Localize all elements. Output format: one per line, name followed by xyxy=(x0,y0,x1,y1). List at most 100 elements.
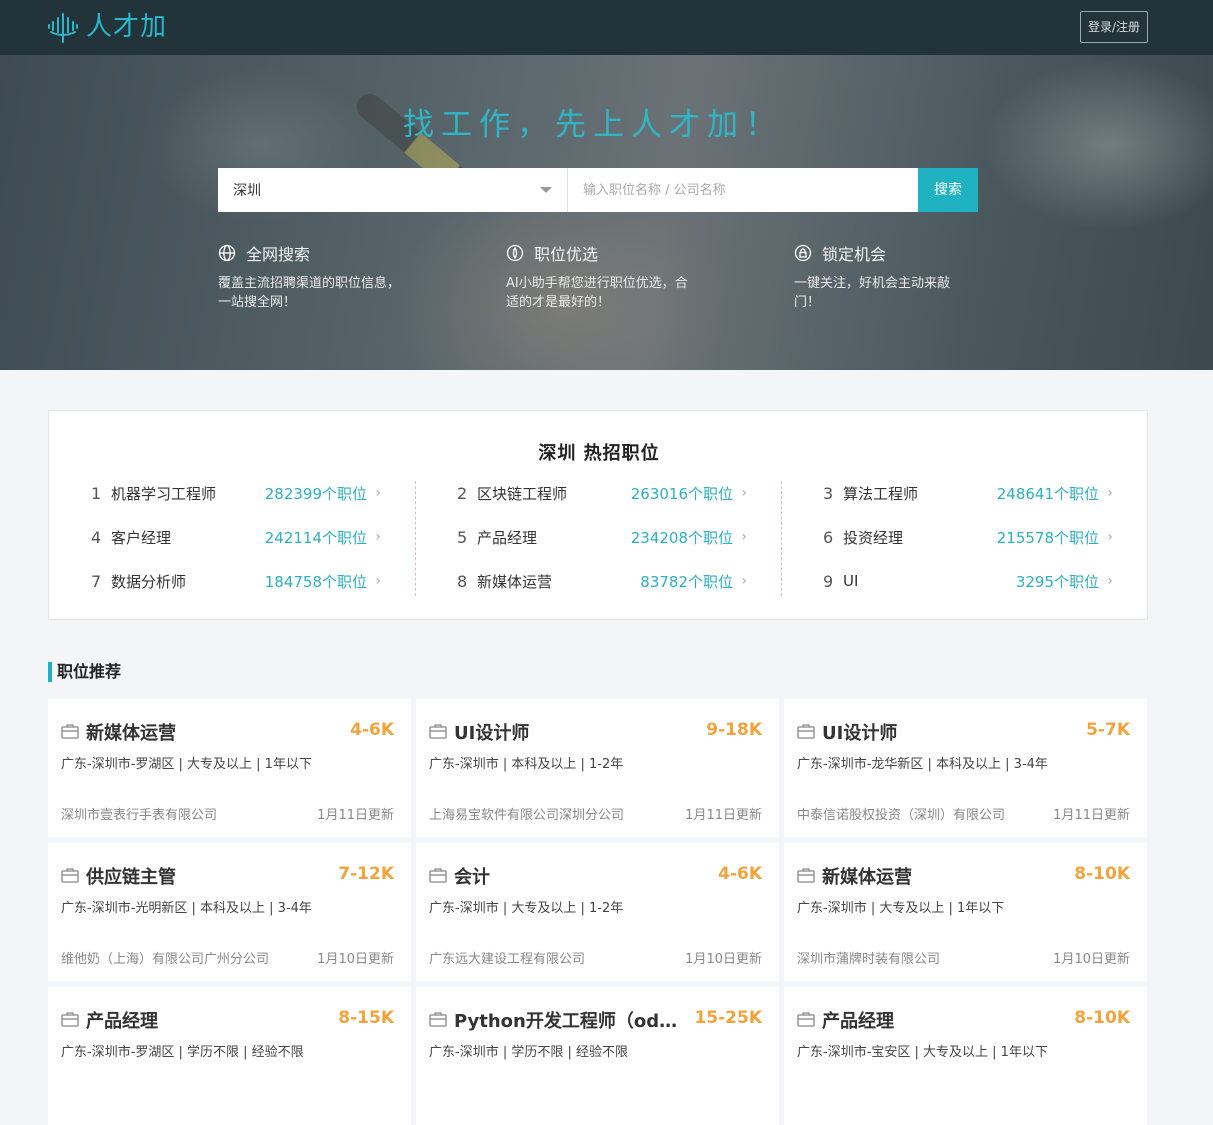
chevron-right-icon: › xyxy=(1107,573,1113,589)
briefcase-icon xyxy=(61,868,79,883)
briefcase-icon xyxy=(61,724,79,739)
hot-job-count: 242114个职位 xyxy=(264,528,367,547)
hot-jobs-panel: 深圳 热招职位 1 机器学习工程师 282399个职位 › 4 客户经理 242… xyxy=(48,410,1148,620)
job-card[interactable]: 新媒体运营 4-6K 广东-深圳市-罗湖区 | 大专及以上 | 1年以下 深圳市… xyxy=(48,699,411,837)
job-card[interactable]: 供应链主管 7-12K 广东-深圳市-光明新区 | 本科及以上 | 3-4年 维… xyxy=(48,843,411,981)
hot-job-item[interactable]: 6 投资经理 215578个职位 › xyxy=(823,525,1113,549)
hot-job-name: 机器学习工程师 xyxy=(111,484,217,503)
job-title: UI设计师 xyxy=(454,723,530,744)
logo-text: 人才加 xyxy=(86,12,168,42)
feature-description: 覆盖主流招聘渠道的职位信息，一站搜全网！ xyxy=(218,276,401,310)
job-company: 维他奶（上海）有限公司广州分公司 xyxy=(61,952,270,967)
job-salary: 5-7K xyxy=(1086,720,1130,740)
hot-job-name: 算法工程师 xyxy=(843,484,919,503)
chevron-right-icon: › xyxy=(741,573,747,589)
hot-job-count: 234208个职位 xyxy=(630,528,733,547)
job-updated: 1月10日更新 xyxy=(317,952,394,967)
chevron-down-icon xyxy=(540,187,552,193)
keyword-search-input[interactable] xyxy=(568,168,918,212)
briefcase-icon xyxy=(797,868,815,883)
job-meta: 广东-深圳市-龙华新区 | 本科及以上 | 3-4年 xyxy=(797,757,1048,772)
lock-icon xyxy=(794,244,812,262)
job-company: 深圳市蒲牌时装有限公司 xyxy=(797,952,941,967)
hot-job-item[interactable]: 4 客户经理 242114个职位 › xyxy=(91,525,381,549)
job-salary: 8-10K xyxy=(1074,1008,1130,1028)
hot-jobs-column: 1 机器学习工程师 282399个职位 › 4 客户经理 242114个职位 ›… xyxy=(49,481,415,596)
hot-jobs-title: 深圳 热招职位 xyxy=(538,443,660,464)
hot-job-name: 新媒体运营 xyxy=(477,572,553,591)
hot-job-item[interactable]: 3 算法工程师 248641个职位 › xyxy=(823,481,1113,505)
hot-job-count: 248641个职位 xyxy=(996,484,1099,503)
section-title-recommend: 职位推荐 xyxy=(48,662,121,682)
hot-job-name: 投资经理 xyxy=(843,528,904,547)
search-button[interactable]: 搜索 xyxy=(918,168,978,212)
filter-icon xyxy=(506,244,524,262)
hot-job-name: 数据分析师 xyxy=(111,572,187,591)
job-title: 产品经理 xyxy=(822,1011,894,1032)
top-header: 人才加 登录/注册 xyxy=(0,0,1213,55)
hot-job-rank: 3 xyxy=(823,483,834,503)
briefcase-icon xyxy=(797,724,815,739)
briefcase-icon xyxy=(61,1012,79,1027)
job-card[interactable]: UI设计师 5-7K 广东-深圳市-龙华新区 | 本科及以上 | 3-4年 中泰… xyxy=(784,699,1147,837)
hot-job-item[interactable]: 5 产品经理 234208个职位 › xyxy=(457,525,747,549)
hot-job-count: 215578个职位 xyxy=(996,528,1099,547)
job-updated: 1月11日更新 xyxy=(685,808,762,823)
job-card[interactable]: UI设计师 9-18K 广东-深圳市 | 本科及以上 | 1-2年 上海易宝软件… xyxy=(416,699,779,837)
job-updated: 1月10日更新 xyxy=(685,952,762,967)
job-card[interactable]: 产品经理 8-10K 广东-深圳市-宝安区 | 大专及以上 | 1年以下 xyxy=(784,987,1147,1125)
job-updated: 1月11日更新 xyxy=(1053,808,1130,823)
hot-job-item[interactable]: 2 区块链工程师 263016个职位 › xyxy=(457,481,747,505)
chevron-right-icon: › xyxy=(375,529,381,545)
feature-description: 一键关注，好机会主动来敲门！ xyxy=(794,276,951,310)
hot-job-rank: 5 xyxy=(457,527,468,547)
hot-job-count: 282399个职位 xyxy=(264,484,367,503)
job-card[interactable]: 会计 4-6K 广东-深圳市 | 大专及以上 | 1-2年 广东远大建设工程有限… xyxy=(416,843,779,981)
hot-job-item[interactable]: 1 机器学习工程师 282399个职位 › xyxy=(91,481,381,505)
job-salary: 8-10K xyxy=(1074,864,1130,884)
job-card[interactable]: 产品经理 8-15K 广东-深圳市-罗湖区 | 学历不限 | 经验不限 xyxy=(48,987,411,1125)
hot-job-rank: 8 xyxy=(457,571,468,591)
job-title: 新媒体运营 xyxy=(86,723,176,744)
job-salary: 15-25K xyxy=(694,1008,762,1028)
briefcase-icon xyxy=(797,1012,815,1027)
job-meta: 广东-深圳市-罗湖区 | 大专及以上 | 1年以下 xyxy=(61,757,312,772)
job-meta: 广东-深圳市 | 本科及以上 | 1-2年 xyxy=(429,757,624,772)
job-meta: 广东-深圳市 | 大专及以上 | 1年以下 xyxy=(797,901,1005,916)
briefcase-icon xyxy=(429,868,447,883)
city-select[interactable]: 深圳 xyxy=(218,168,568,212)
chevron-right-icon: › xyxy=(375,573,381,589)
hot-job-item[interactable]: 8 新媒体运营 83782个职位 › xyxy=(457,569,747,593)
job-salary: 9-18K xyxy=(706,720,762,740)
feature-title: 全网搜索 xyxy=(246,245,311,264)
job-card[interactable]: Python开发工程师（odo… 15-25K 广东-深圳市 | 学历不限 | … xyxy=(416,987,779,1125)
hot-job-count: 184758个职位 xyxy=(264,572,367,591)
job-title: 产品经理 xyxy=(86,1011,158,1032)
hot-job-rank: 4 xyxy=(91,527,102,547)
hot-jobs-column: 2 区块链工程师 263016个职位 › 5 产品经理 234208个职位 › … xyxy=(415,481,781,596)
feature-full-web-search: 全网搜索 覆盖主流招聘渠道的职位信息，一站搜全网！ xyxy=(218,242,408,312)
job-meta: 广东-深圳市-光明新区 | 本科及以上 | 3-4年 xyxy=(61,901,312,916)
job-updated: 1月10日更新 xyxy=(1053,952,1130,967)
job-card[interactable]: 新媒体运营 8-10K 广东-深圳市 | 大专及以上 | 1年以下 深圳市蒲牌时… xyxy=(784,843,1147,981)
hot-job-item[interactable]: 7 数据分析师 184758个职位 › xyxy=(91,569,381,593)
job-title: 新媒体运营 xyxy=(822,867,912,888)
hot-job-count: 263016个职位 xyxy=(630,484,733,503)
job-title: UI设计师 xyxy=(822,723,898,744)
globe-icon xyxy=(218,244,236,262)
logo[interactable]: 人才加 xyxy=(47,10,167,44)
job-salary: 4-6K xyxy=(350,720,394,740)
hero-title: 找工作，先上人才加！ xyxy=(403,107,783,143)
hot-job-rank: 9 xyxy=(823,571,834,591)
chevron-right-icon: › xyxy=(1107,529,1113,545)
search-bar: 深圳 搜索 xyxy=(218,168,978,212)
login-register-button[interactable]: 登录/注册 xyxy=(1080,11,1148,43)
hot-job-count: 83782个职位 xyxy=(640,572,733,591)
job-title: 会计 xyxy=(454,867,490,888)
hot-job-name: 区块链工程师 xyxy=(477,484,568,503)
hot-job-count: 3295个职位 xyxy=(1015,572,1099,591)
hero-banner: 找工作，先上人才加！ 深圳 搜索 全网搜索 覆盖主流招聘渠道的职位信息，一站搜全… xyxy=(0,55,1213,370)
hot-job-item[interactable]: 9 UI 3295个职位 › xyxy=(823,569,1113,593)
job-company: 深圳市壹表行手表有限公司 xyxy=(61,808,218,823)
feature-title: 锁定机会 xyxy=(822,245,887,264)
